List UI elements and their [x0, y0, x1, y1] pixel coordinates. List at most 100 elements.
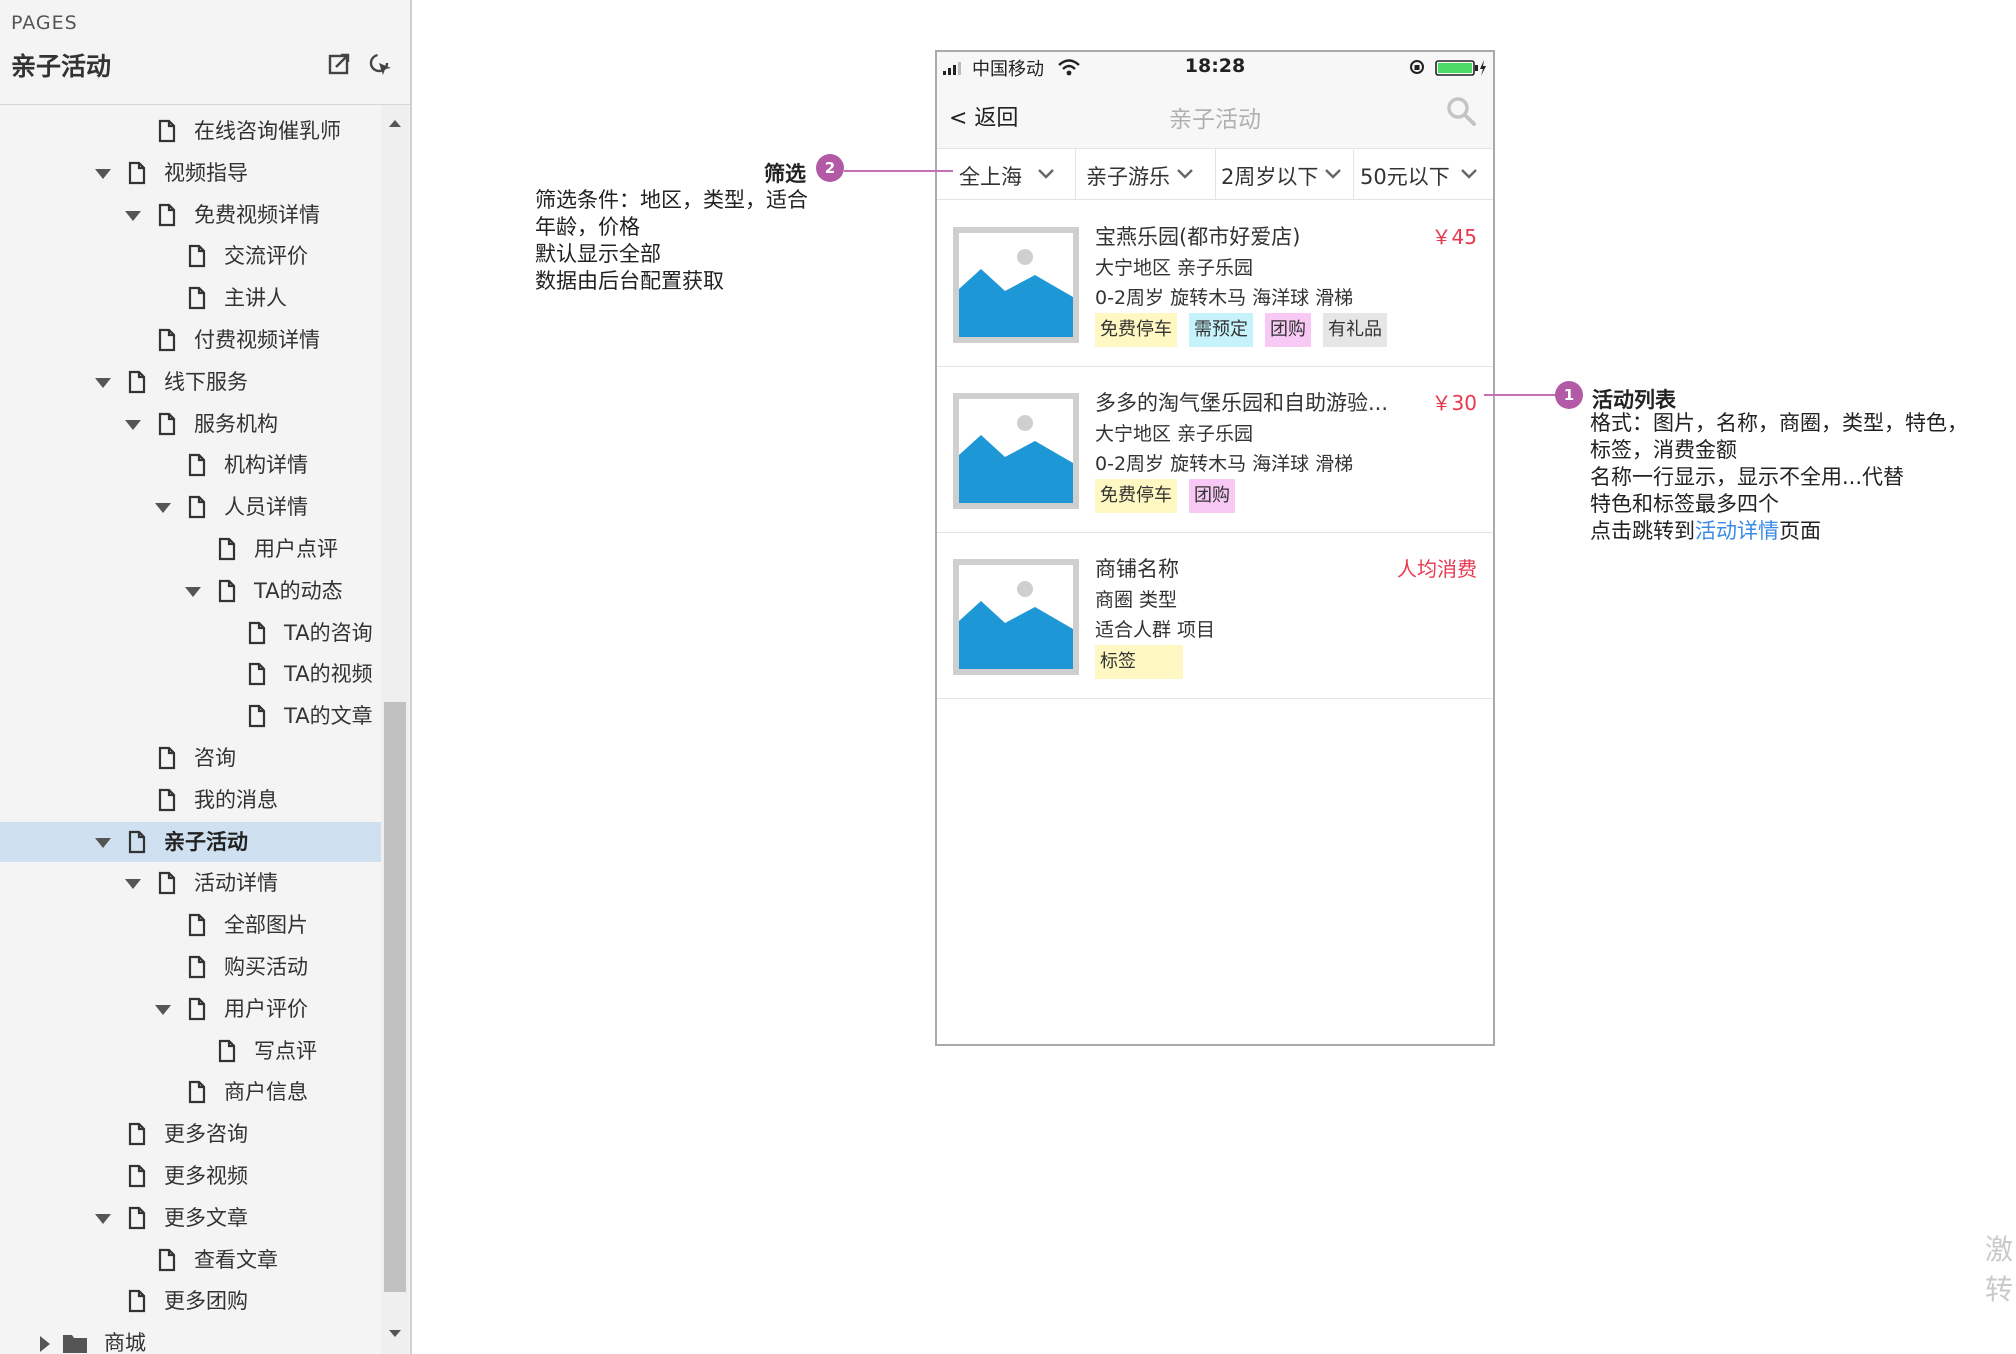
tree-item[interactable]: 我的消息 [0, 780, 381, 820]
expand-arrow-down-icon[interactable] [94, 834, 112, 852]
tree-item[interactable]: 交流评价 [0, 236, 381, 276]
activity-list-item[interactable]: 宝燕乐园(都市好爱店) ￥45 大宁地区 亲子乐园 0-2周岁 旋转木马 海洋球 滑梯… [937, 201, 1493, 367]
expand-arrow-down-icon[interactable] [154, 499, 172, 517]
tree-item[interactable]: 在线咨询催乳师 [0, 111, 381, 151]
page-icon [158, 119, 176, 143]
tree-item-label: 免费视频详情 [194, 202, 320, 227]
tree-item[interactable]: 免费视频详情 [0, 195, 381, 235]
list-annotation-line-link: 点击跳转到活动详情页面 [1590, 518, 1968, 545]
tree-item-label: 用户评价 [224, 996, 308, 1021]
page-icon [188, 287, 206, 310]
page-icon [188, 245, 206, 268]
tree-item[interactable]: 咨询 [0, 738, 381, 778]
activity-area-type: 大宁地区 亲子乐园 [1095, 423, 1254, 445]
tree-item[interactable]: 写点评 [0, 1031, 381, 1071]
tree-item[interactable]: TA的动态 [0, 571, 381, 611]
activity-list-item[interactable]: 商铺名称 人均消费 商圈 类型 适合人群 项目 标签 [937, 533, 1493, 699]
phone-mockup: 中国移动 18:28 < 返回 亲子活动 全上海 亲子游乐 2周岁以下 50元以… [935, 50, 1495, 1046]
activity-tags: 标签 [1095, 645, 1195, 679]
expand-arrow-down-icon[interactable] [124, 416, 142, 434]
expand-arrow-down-icon[interactable] [154, 1001, 172, 1019]
tree-item[interactable]: 用户评价 [0, 989, 381, 1029]
chevron-down-icon [1325, 169, 1341, 179]
tree-item[interactable]: 亲子活动 [0, 821, 381, 862]
scroll-down-arrow-icon[interactable] [387, 1328, 403, 1340]
filter-price[interactable]: 50元以下 [1354, 149, 1493, 199]
expand-arrow-right-icon[interactable] [36, 1335, 54, 1353]
tree-item[interactable]: 查看文章 [0, 1240, 381, 1280]
activity-list-item[interactable]: 多多的淘气堡乐园和自助游验... ￥30 大宁地区 亲子乐园 0-2周岁 旋转木马 海… [937, 367, 1493, 533]
tree-item[interactable]: 购买活动 [0, 947, 381, 987]
link-suffix: 页面 [1779, 519, 1821, 543]
tree-item[interactable]: 主讲人 [0, 278, 381, 318]
tree-item-label: TA的视频 [284, 662, 373, 687]
tree-item-label: 用户点评 [254, 537, 338, 561]
filter-annotation-line: 筛选条件：地区，类型，适合 [535, 188, 808, 212]
filter-age[interactable]: 2周岁以下 [1216, 149, 1354, 199]
tree-item[interactable]: TA的文章 [0, 696, 381, 736]
activity-tag: 需预定 [1189, 313, 1253, 347]
export-icon[interactable] [328, 52, 352, 76]
tree-item[interactable]: 商城 [0, 1323, 381, 1354]
folder-icon [63, 1335, 87, 1354]
filter-price-label: 50元以下 [1360, 165, 1450, 189]
activity-tag: 有礼品 [1323, 313, 1387, 347]
filter-region[interactable]: 全上海 [937, 149, 1076, 199]
tree-item[interactable]: TA的咨询 [0, 613, 381, 653]
page-icon [188, 454, 206, 477]
tree-item[interactable]: 机构详情 [0, 445, 381, 485]
page-icon [158, 746, 176, 770]
tree-item[interactable]: 全部图片 [0, 905, 381, 945]
activity-tags: 免费停车 需预定 团购 有礼品 [1095, 313, 1399, 347]
activity-area-type: 大宁地区 亲子乐园 [1095, 257, 1254, 279]
tree-item[interactable]: 活动详情 [0, 863, 381, 903]
filter-annotation-connector [844, 170, 953, 172]
tree-item[interactable]: TA的视频 [0, 654, 381, 694]
activity-name: 商铺名称 [1095, 557, 1179, 581]
page-icon [128, 161, 146, 184]
expand-arrow-down-icon[interactable] [94, 1210, 112, 1228]
page-icon [128, 830, 146, 853]
page-icon [218, 537, 236, 561]
tree-item-label: 咨询 [194, 746, 236, 770]
scroll-up-arrow-icon[interactable] [387, 117, 403, 129]
tree-item-label: 商城 [104, 1331, 146, 1354]
expand-arrow-down-icon[interactable] [124, 875, 142, 893]
tree-item[interactable]: 视频指导 [0, 153, 381, 193]
expand-arrow-down-icon[interactable] [124, 207, 142, 225]
tree-item-label: 交流评价 [224, 244, 308, 269]
image-icon [959, 399, 1073, 503]
sidebar-scrollbar[interactable] [381, 105, 409, 1354]
expand-arrow-down-icon[interactable] [184, 583, 202, 601]
tree-item-label: 写点评 [254, 1038, 317, 1063]
page-icon [128, 1290, 146, 1313]
tree-item[interactable]: 更多视频 [0, 1156, 381, 1196]
tree-item-label: 付费视频详情 [194, 328, 320, 352]
rotation-lock-icon [1410, 60, 1424, 74]
filter-bar: 全上海 亲子游乐 2周岁以下 50元以下 [937, 148, 1493, 200]
page-icon [188, 1081, 206, 1104]
activity-price: 人均消费 [1397, 557, 1477, 581]
battery-icon [1435, 60, 1486, 76]
scrollbar-thumb[interactable] [384, 702, 406, 1292]
list-annotation-line: 格式：图片，名称，商圈，类型，特色， [1590, 411, 1968, 435]
filter-type[interactable]: 亲子游乐 [1076, 149, 1216, 199]
tree-item[interactable]: 服务机构 [0, 404, 381, 444]
search-icon[interactable] [1446, 96, 1476, 126]
tree-item[interactable]: 更多咨询 [0, 1114, 381, 1154]
pages-label: PAGES [11, 12, 78, 34]
tree-item[interactable]: 人员详情 [0, 487, 381, 527]
tree-item[interactable]: 付费视频详情 [0, 320, 381, 360]
pointer-icon[interactable] [368, 52, 394, 78]
activity-detail-link[interactable]: 活动详情 [1695, 519, 1779, 543]
expand-arrow-down-icon[interactable] [94, 374, 112, 392]
expand-arrow-down-icon[interactable] [94, 165, 112, 183]
tree-item[interactable]: 更多文章 [0, 1198, 381, 1238]
tree-item[interactable]: 用户点评 [0, 529, 381, 569]
tree-item-label: 购买活动 [224, 955, 308, 979]
tree-item[interactable]: 商户信息 [0, 1072, 381, 1112]
tree-item-label: 更多视频 [164, 1164, 248, 1188]
tree-item[interactable]: 线下服务 [0, 362, 381, 402]
tree-item[interactable]: 更多团购 [0, 1281, 381, 1321]
tree-item-label: 我的消息 [194, 787, 278, 812]
